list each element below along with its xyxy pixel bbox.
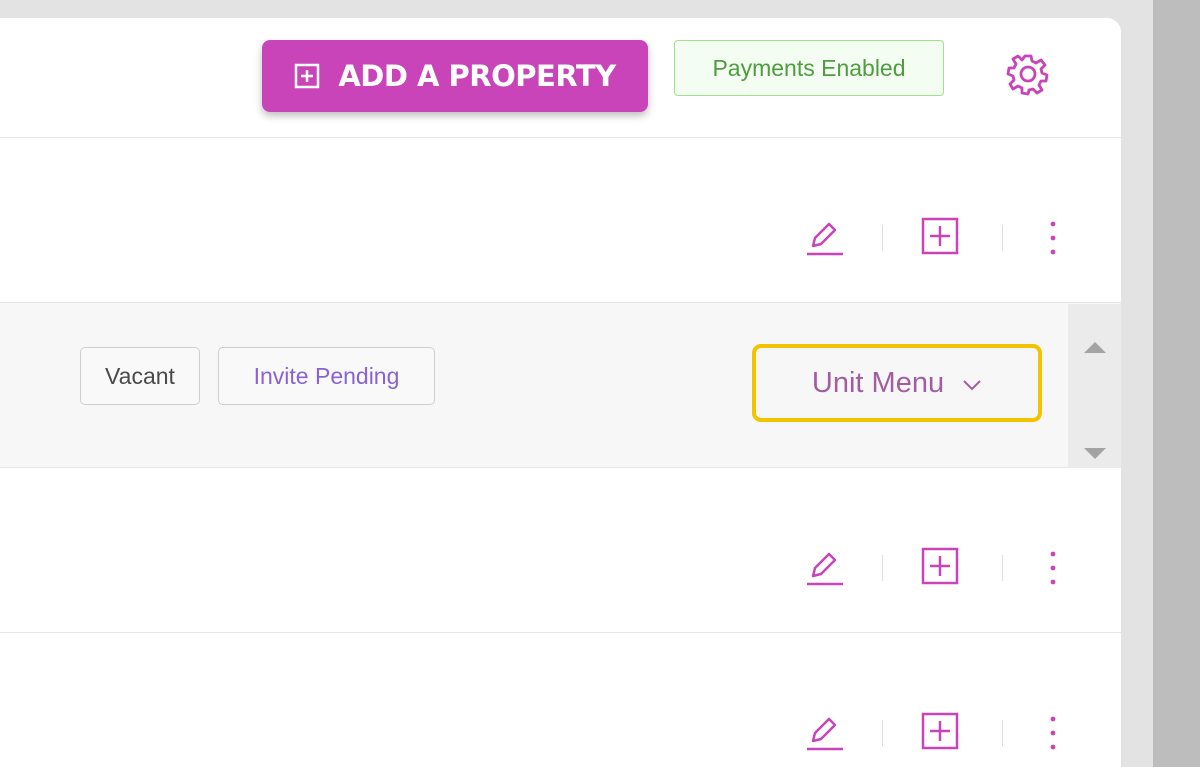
edit-icon[interactable] [803,713,843,753]
property-list-panel: ADD A PROPERTY Payments Enabled Vacant I… [0,18,1121,767]
row-actions [800,633,1070,767]
window-scrollbar[interactable] [1153,0,1200,767]
chevron-down-icon [962,367,982,400]
row-scrollbar[interactable] [1068,304,1121,468]
add-property-label: ADD A PROPERTY [338,59,616,93]
divider [882,225,883,251]
payments-enabled-badge: Payments Enabled [674,40,944,96]
row-actions [800,468,1070,633]
row-actions [800,138,1070,303]
divider [1002,720,1003,746]
add-unit-icon[interactable] [920,711,960,751]
edit-icon[interactable] [803,218,843,258]
divider [882,720,883,746]
divider [882,555,883,581]
edit-icon[interactable] [803,548,843,588]
add-unit-icon[interactable] [920,546,960,586]
more-vertical-icon[interactable] [1033,713,1073,753]
invite-pending-tag: Invite Pending [218,347,435,405]
window-gutter [1121,0,1153,767]
more-vertical-icon[interactable] [1033,548,1073,588]
property-row [0,138,1121,303]
gear-icon[interactable] [1006,52,1050,96]
plus-square-icon [294,63,320,89]
panel-header: ADD A PROPERTY Payments Enabled [0,18,1121,138]
scroll-down-arrow-icon[interactable] [1084,448,1106,459]
app-frame: ADD A PROPERTY Payments Enabled Vacant I… [0,0,1200,767]
scroll-up-arrow-icon[interactable] [1084,342,1106,353]
unit-menu-label: Unit Menu [811,366,945,399]
unit-menu-dropdown[interactable]: Unit Menu [752,344,1042,422]
divider [1002,225,1003,251]
property-row [0,633,1121,767]
property-row [0,468,1121,633]
add-unit-icon[interactable] [920,216,960,256]
divider [1002,555,1003,581]
vacant-tag: Vacant [80,347,200,405]
more-vertical-icon[interactable] [1033,218,1073,258]
add-property-button[interactable]: ADD A PROPERTY [262,40,648,112]
